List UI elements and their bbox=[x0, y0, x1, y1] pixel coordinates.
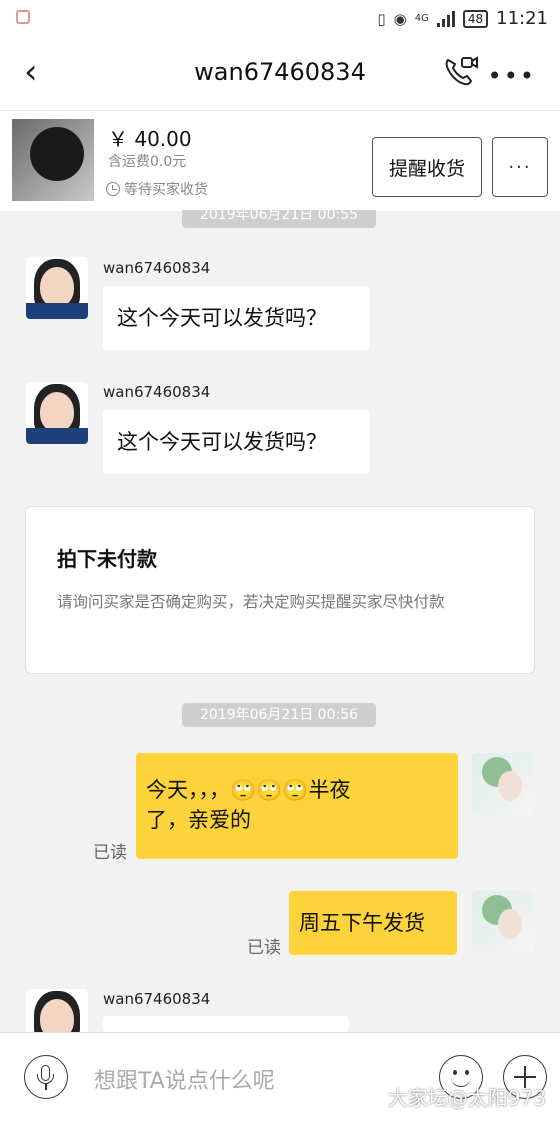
signal-icon bbox=[436, 10, 455, 27]
battery-icon: 48 bbox=[462, 9, 489, 28]
sender-name: wan67460834 bbox=[103, 383, 211, 401]
shipping-fee: 含运费0.0元 bbox=[108, 154, 187, 170]
sender-name: wan67460834 bbox=[103, 259, 211, 277]
message-bubble[interactable]: 这个今天可以发货吗？ bbox=[103, 286, 370, 350]
order-status: 等待买家收货 bbox=[106, 179, 208, 199]
product-thumbnail[interactable] bbox=[12, 119, 94, 201]
timestamp: 2019年06月21日 00:56 bbox=[182, 703, 376, 727]
message-bubble[interactable]: 这个今天可以发货吗？ bbox=[103, 410, 370, 474]
avatar[interactable] bbox=[26, 257, 88, 319]
network-label: 4G bbox=[414, 13, 429, 24]
card-body: 请询问买家是否确定购买，若决定购买提醒买家尽快付款 bbox=[57, 593, 445, 611]
more-options-icon[interactable]: ••• bbox=[488, 62, 536, 90]
card-title: 拍下未付款 bbox=[57, 547, 157, 571]
voice-input-icon[interactable] bbox=[24, 1055, 68, 1099]
clock-icon bbox=[106, 182, 120, 196]
read-status: 已读 bbox=[247, 938, 281, 958]
message-bubble[interactable]: 今天，，，🙄🙄🙄半夜 了，亲爱的 bbox=[136, 753, 458, 859]
notification-icon bbox=[16, 10, 30, 24]
avatar[interactable] bbox=[26, 382, 88, 444]
message-bubble[interactable]: 周五下午发货 bbox=[289, 891, 457, 955]
order-summary: ￥ 40.00 含运费0.0元 等待买家收货 提醒收货 ··· bbox=[0, 110, 560, 211]
my-avatar[interactable] bbox=[472, 753, 534, 815]
message-input[interactable]: 想跟TA说点什么呢 bbox=[94, 1063, 275, 1095]
read-status: 已读 bbox=[93, 843, 127, 863]
remind-receipt-button[interactable]: 提醒收货 bbox=[372, 137, 482, 197]
phone-video-icon[interactable] bbox=[440, 54, 480, 90]
clock-time: 11:21 bbox=[496, 8, 548, 29]
my-avatar[interactable] bbox=[472, 891, 534, 953]
sender-name: wan67460834 bbox=[103, 990, 211, 1008]
order-more-button[interactable]: ··· bbox=[492, 137, 548, 197]
status-bar: ▯ ◉ 4G 48 11:21 bbox=[0, 0, 560, 38]
message-bubble[interactable] bbox=[103, 1016, 349, 1032]
eye-icon: ◉ bbox=[393, 9, 407, 28]
order-status-text: 等待买家收货 bbox=[124, 182, 208, 198]
order-price: ￥ 40.00 bbox=[108, 127, 192, 151]
watermark: 大家坛@太阳973 bbox=[387, 1086, 546, 1110]
unpaid-notice-card: 拍下未付款 请询问买家是否确定购买，若决定购买提醒买家尽快付款 bbox=[25, 506, 535, 674]
vibrate-icon: ▯ bbox=[377, 9, 386, 28]
chat-header: ‹ wan67460834 ••• bbox=[0, 38, 560, 110]
